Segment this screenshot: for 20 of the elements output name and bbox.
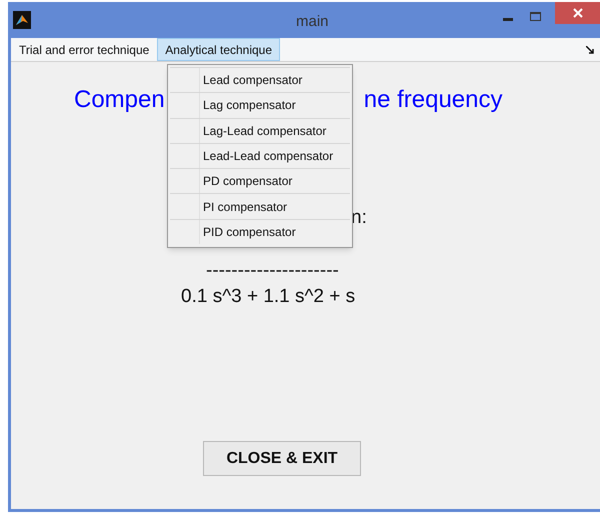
close-button[interactable] — [555, 2, 600, 24]
menu-item[interactable]: PD compensator — [170, 168, 350, 194]
menu-item[interactable]: PID compensator — [170, 218, 350, 244]
heading-text: ne frequency — [364, 85, 502, 115]
menu-item[interactable]: Lead compensator — [170, 67, 350, 92]
app-logo-icon — [13, 11, 31, 29]
menu-item[interactable]: Lag-Lead compensator — [170, 118, 350, 143]
close-exit-button[interactable]: CLOSE & EXIT — [203, 441, 361, 476]
resize-arrow-icon — [586, 46, 594, 54]
heading-text: Compen — [74, 85, 165, 115]
menu-item[interactable]: Lag compensator — [170, 92, 350, 118]
dashed-divider-text: --------------------- — [206, 260, 339, 280]
menu-item[interactable]: Lead-Lead compensator — [170, 142, 350, 168]
maximize-icon[interactable] — [530, 12, 541, 21]
menu-bar-item[interactable]: Trial and error technique — [11, 38, 158, 61]
menu-bar-item[interactable]: Analytical technique — [157, 38, 280, 61]
menu-item[interactable]: PI compensator — [170, 193, 350, 219]
window-title: main — [296, 12, 329, 32]
close-icon — [572, 8, 582, 18]
denominator-text: 0.1 s^3 + 1.1 s^2 + s — [181, 284, 356, 308]
